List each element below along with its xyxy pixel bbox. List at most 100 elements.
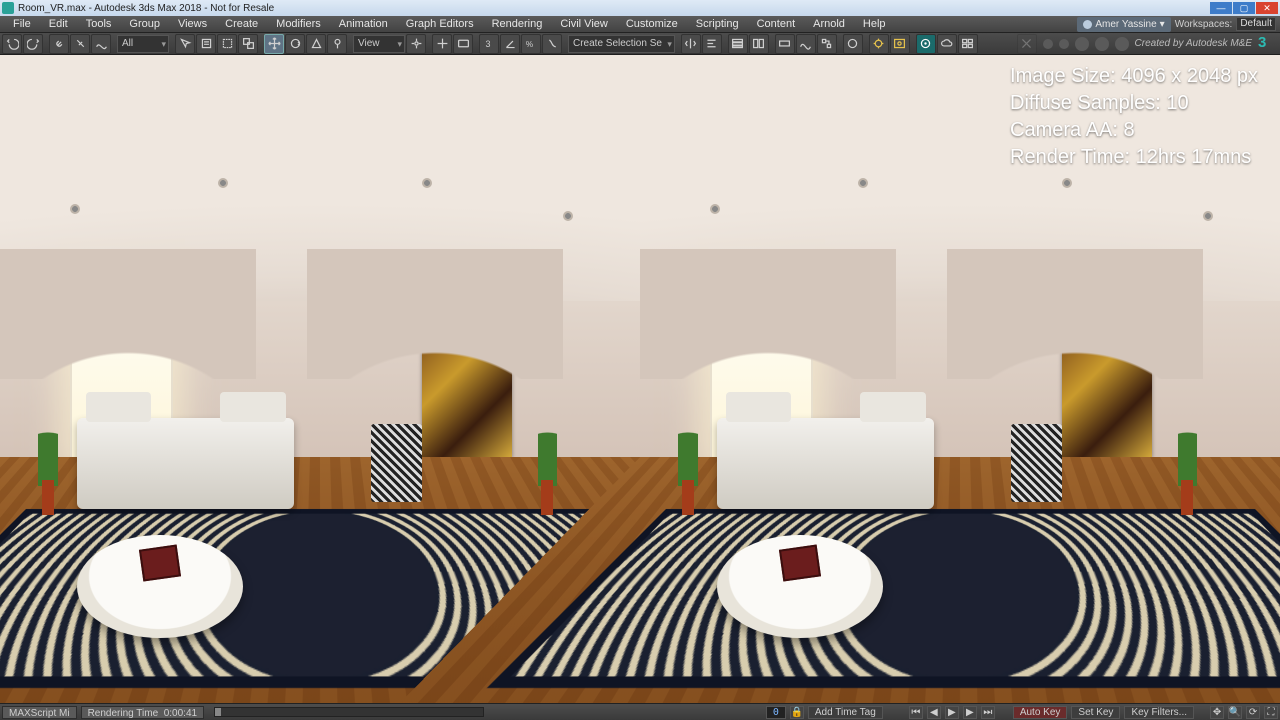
- rendering-time-value: 0:00:41: [164, 708, 197, 719]
- window-title: Room_VR.max - Autodesk 3ds Max 2018 - No…: [18, 3, 274, 14]
- menu-group[interactable]: Group: [120, 16, 169, 33]
- menu-rendering[interactable]: Rendering: [483, 16, 552, 33]
- schematic-view-button[interactable]: [817, 34, 837, 54]
- viewport-nav-pan-button[interactable]: ✥: [1210, 706, 1224, 719]
- select-rotate-button[interactable]: [285, 34, 305, 54]
- app-icon: [2, 2, 14, 14]
- viewport-nav-zoom-button[interactable]: 🔍: [1228, 706, 1242, 719]
- reference-coord-dropdown[interactable]: View: [353, 35, 405, 53]
- use-pivot-center-button[interactable]: [406, 34, 426, 54]
- goto-end-button[interactable]: ⏭: [981, 706, 995, 719]
- image-size-value: 4096 x 2048 px: [1121, 65, 1258, 87]
- image-size-label: Image Size:: [1010, 65, 1116, 87]
- rendering-time-label: Rendering Time: [88, 708, 159, 719]
- select-by-name-button[interactable]: [196, 34, 216, 54]
- set-key-button[interactable]: Set Key: [1071, 706, 1120, 719]
- link-button[interactable]: [49, 34, 69, 54]
- menu-arnold[interactable]: Arnold: [804, 16, 854, 33]
- menu-views[interactable]: Views: [169, 16, 216, 33]
- viewport-nav-maximize-button[interactable]: ⛶: [1264, 706, 1278, 719]
- next-frame-button[interactable]: ▶: [963, 706, 977, 719]
- toggle-ribbon-button[interactable]: [775, 34, 795, 54]
- menu-help[interactable]: Help: [854, 16, 895, 33]
- render-production-button[interactable]: [916, 34, 936, 54]
- window-maximize-button[interactable]: ▢: [1233, 2, 1255, 14]
- select-manipulate-button[interactable]: [432, 34, 452, 54]
- add-time-tag-button[interactable]: Add Time Tag: [808, 706, 883, 719]
- rendered-frame-window-button[interactable]: [890, 34, 910, 54]
- snaps-toggle-button[interactable]: 3: [479, 34, 499, 54]
- progress-dot-icon: [1059, 39, 1069, 49]
- play-button[interactable]: ▶: [945, 706, 959, 719]
- menu-tools[interactable]: Tools: [77, 16, 121, 33]
- auto-key-button[interactable]: Auto Key: [1013, 706, 1068, 719]
- window-crossing-button[interactable]: [238, 34, 258, 54]
- progress-dot-icon: [1043, 39, 1053, 49]
- viewport-nav-orbit-button[interactable]: ⟳: [1246, 706, 1260, 719]
- viewport[interactable]: Image Size: 4096 x 2048 px Diffuse Sampl…: [0, 55, 1280, 703]
- undo-button[interactable]: [2, 34, 22, 54]
- toggle-scene-explorer-button[interactable]: [749, 34, 769, 54]
- menu-civil-view[interactable]: Civil View: [551, 16, 616, 33]
- bind-space-warp-button[interactable]: [91, 34, 111, 54]
- goto-start-button[interactable]: ⏮: [909, 706, 923, 719]
- rectangular-selection-button[interactable]: [217, 34, 237, 54]
- disabled-tool-button: [1017, 34, 1037, 54]
- select-move-button[interactable]: [264, 34, 284, 54]
- menu-file[interactable]: File: [4, 16, 40, 33]
- window-titlebar: Room_VR.max - Autodesk 3ds Max 2018 - No…: [0, 0, 1280, 16]
- camera-aa-label: Camera AA:: [1010, 119, 1118, 141]
- diffuse-samples-value: 10: [1166, 92, 1188, 114]
- time-slider[interactable]: [214, 707, 484, 717]
- menu-content[interactable]: Content: [748, 16, 805, 33]
- named-selection-sets-dropdown[interactable]: Create Selection Se: [568, 35, 675, 53]
- toggle-layer-explorer-button[interactable]: [728, 34, 748, 54]
- render-time-label: Render Time:: [1010, 146, 1130, 168]
- progress-dot-icon: [1075, 37, 1089, 51]
- window-minimize-button[interactable]: —: [1210, 2, 1232, 14]
- redo-button[interactable]: [23, 34, 43, 54]
- align-button[interactable]: [702, 34, 722, 54]
- mirror-button[interactable]: [681, 34, 701, 54]
- render-setup-button[interactable]: [869, 34, 889, 54]
- curve-editor-button[interactable]: [796, 34, 816, 54]
- select-object-button[interactable]: [175, 34, 195, 54]
- workspaces-label: Workspaces:: [1175, 19, 1233, 30]
- timeline-lock-icon[interactable]: 🔒: [790, 706, 804, 719]
- main-toolbar: All View 3 % Create Selection Se Created: [0, 33, 1280, 55]
- prev-frame-button[interactable]: ◀: [927, 706, 941, 719]
- menu-graph-editors[interactable]: Graph Editors: [397, 16, 483, 33]
- max-logo-icon: 3: [1258, 36, 1274, 52]
- user-icon: [1083, 20, 1092, 29]
- select-place-button[interactable]: [327, 34, 347, 54]
- menu-animation[interactable]: Animation: [330, 16, 397, 33]
- menu-create[interactable]: Create: [216, 16, 267, 33]
- menu-edit[interactable]: Edit: [40, 16, 77, 33]
- select-scale-button[interactable]: [306, 34, 326, 54]
- menu-customize[interactable]: Customize: [617, 16, 687, 33]
- render-time-value: 12hrs 17mns: [1136, 146, 1252, 168]
- menu-bar: File Edit Tools Group Views Create Modif…: [0, 16, 1280, 33]
- workspaces-select[interactable]: Default: [1236, 17, 1276, 31]
- angle-snap-button[interactable]: [500, 34, 520, 54]
- percent-snap-button[interactable]: %: [521, 34, 541, 54]
- keyboard-shortcut-toggle[interactable]: [453, 34, 473, 54]
- menu-scripting[interactable]: Scripting: [687, 16, 748, 33]
- progress-dot-icon: [1115, 37, 1129, 51]
- status-bar: MAXScript Mi Rendering Time 0:00:41 0 🔒 …: [0, 703, 1280, 720]
- render-in-cloud-button[interactable]: [937, 34, 957, 54]
- current-frame-field[interactable]: 0: [766, 706, 786, 719]
- diffuse-samples-label: Diffuse Samples:: [1010, 92, 1161, 114]
- signed-in-user[interactable]: Amer Yassine ▾: [1077, 17, 1170, 32]
- credit-label: Created by Autodesk M&E: [1135, 38, 1252, 49]
- material-editor-button[interactable]: [843, 34, 863, 54]
- open-a360-gallery-button[interactable]: [958, 34, 978, 54]
- chevron-down-icon: ▾: [1160, 17, 1165, 32]
- menu-modifiers[interactable]: Modifiers: [267, 16, 330, 33]
- key-filters-button[interactable]: Key Filters...: [1124, 706, 1194, 719]
- selection-filter-dropdown[interactable]: All: [117, 35, 169, 53]
- spinner-snap-button[interactable]: [542, 34, 562, 54]
- maxscript-listener-button[interactable]: MAXScript Mi: [2, 706, 77, 719]
- unlink-button[interactable]: [70, 34, 90, 54]
- window-close-button[interactable]: ✕: [1256, 2, 1278, 14]
